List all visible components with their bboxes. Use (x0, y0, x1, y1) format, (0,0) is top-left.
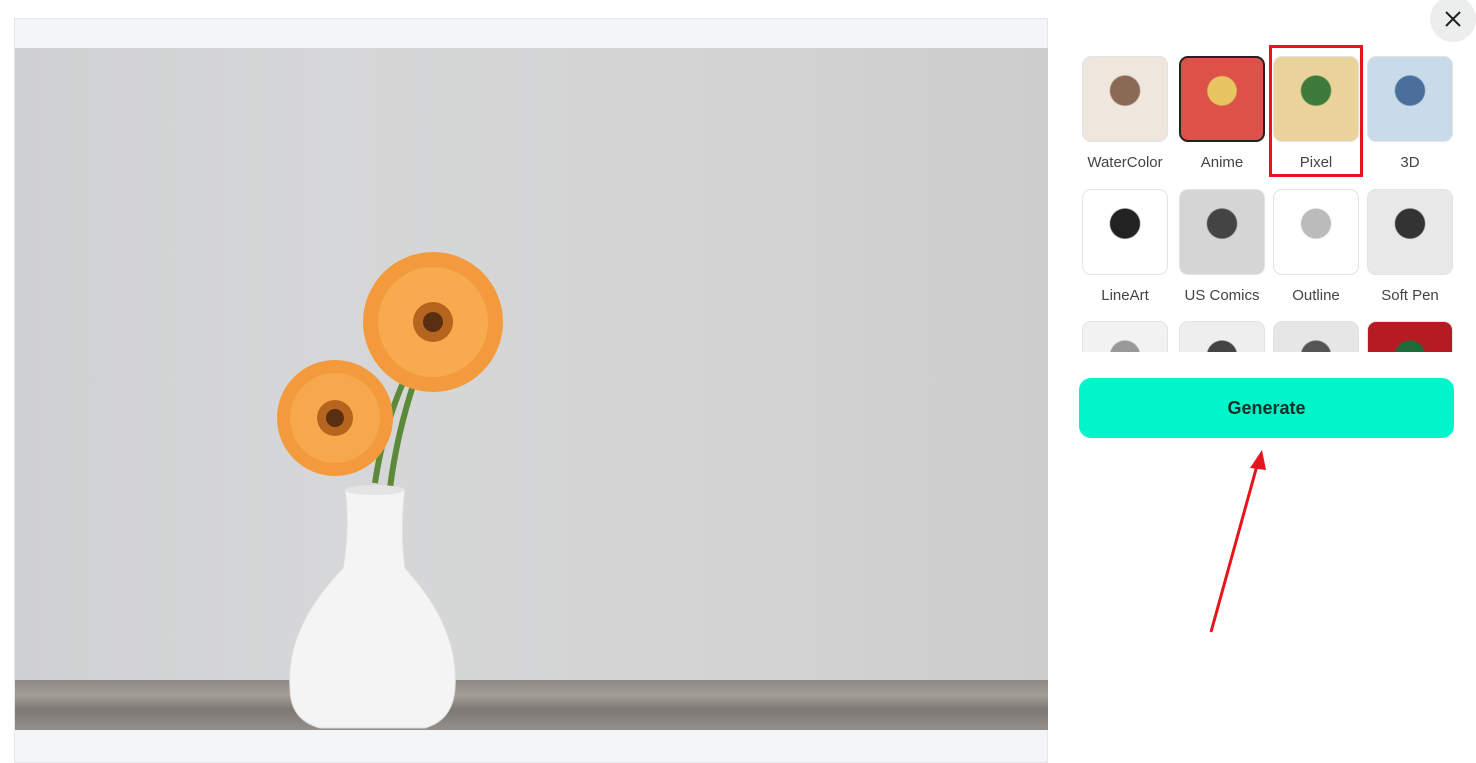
style-label: US Comics (1184, 287, 1260, 304)
style-label: 3D (1400, 154, 1420, 171)
style-option-watercolor[interactable]: WaterColor (1082, 56, 1168, 171)
style-label: Outline (1292, 287, 1340, 304)
style-option-soft-pen[interactable]: Soft Pen (1367, 189, 1453, 304)
style-thumbnail (1082, 189, 1168, 275)
uploaded-photo (15, 48, 1048, 730)
style-thumbnail (1367, 321, 1453, 352)
style-thumbnail (1273, 189, 1359, 275)
style-thumbnail (1179, 56, 1265, 142)
style-label: Soft Pen (1381, 287, 1439, 304)
style-option-outline[interactable]: Outline (1273, 189, 1359, 304)
style-label: WaterColor (1087, 154, 1163, 171)
style-option-more-9[interactable] (1179, 321, 1265, 352)
style-option-more-8[interactable] (1082, 321, 1168, 352)
style-option-more-10[interactable] (1273, 321, 1359, 352)
close-icon (1445, 11, 1461, 27)
style-thumbnail (1179, 321, 1265, 352)
style-option-more-11[interactable] (1367, 321, 1453, 352)
style-option-lineart[interactable]: LineArt (1082, 189, 1168, 304)
style-label: Pixel (1299, 154, 1333, 171)
style-label: Anime (1200, 154, 1244, 171)
close-button[interactable] (1430, 0, 1476, 42)
style-option-us-comics[interactable]: US Comics (1179, 189, 1265, 304)
style-grid[interactable]: WaterColor Anime Pixel 3D LineArt US Comics Ou… (1080, 54, 1460, 352)
style-thumbnail (1273, 56, 1359, 142)
flower-vase-illustration (277, 252, 503, 729)
style-thumbnail (1082, 56, 1168, 142)
style-option-anime[interactable]: Anime (1179, 56, 1265, 171)
style-thumbnail (1273, 321, 1359, 352)
style-thumbnail (1367, 189, 1453, 275)
style-label: LineArt (1101, 287, 1149, 304)
style-option-pixel[interactable]: Pixel (1273, 56, 1359, 171)
style-thumbnail (1367, 56, 1453, 142)
generate-button[interactable]: Generate (1079, 378, 1454, 438)
style-thumbnail (1179, 189, 1265, 275)
style-option-3d[interactable]: 3D (1367, 56, 1453, 171)
style-thumbnail (1082, 321, 1168, 352)
